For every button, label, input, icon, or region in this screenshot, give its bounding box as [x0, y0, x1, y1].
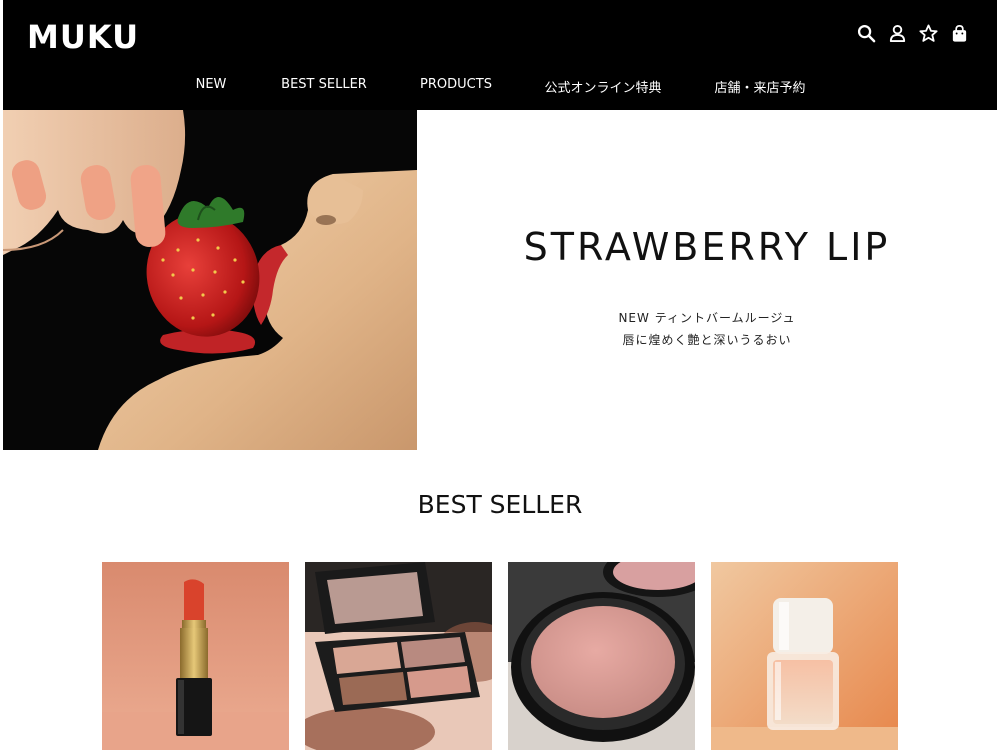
product-image-nail-polish — [711, 562, 898, 750]
hero-title: STRAWBERRY LIP — [523, 225, 891, 269]
site-header: MUKU NEW BEST SELLER PRODUCTS 公式オンライン特典 … — [3, 0, 997, 110]
brand-logo[interactable]: MUKU — [27, 18, 139, 56]
product-image-lipstick — [102, 562, 289, 750]
header-icons — [857, 24, 969, 43]
main-nav: NEW BEST SELLER PRODUCTS 公式オンライン特典 店舗・来店… — [3, 77, 997, 97]
product-image-blush — [508, 562, 695, 750]
hero-image — [3, 110, 417, 450]
hero-text: STRAWBERRY LIP NEW ティントバームルージュ 唇に煌めく艶と深い… — [417, 110, 997, 450]
nav-item-best-seller[interactable]: BEST SELLER — [281, 77, 367, 92]
star-icon[interactable] — [919, 24, 938, 43]
product-card-eyeshadow[interactable] — [305, 562, 492, 750]
best-seller-title: BEST SELLER — [417, 490, 583, 519]
search-icon[interactable] — [857, 24, 876, 43]
nav-item-online-benefits[interactable]: 公式オンライン特典 — [544, 77, 661, 96]
hero-subtitle-line1: NEW ティントバームルージュ — [618, 311, 796, 325]
nav-item-new[interactable]: NEW — [196, 77, 227, 92]
hero-banner[interactable]: STRAWBERRY LIP NEW ティントバームルージュ 唇に煌めく艶と深い… — [3, 110, 997, 450]
product-card-blush[interactable] — [508, 562, 695, 750]
product-card-nail-polish[interactable] — [711, 562, 898, 750]
nav-item-store-reservation[interactable]: 店舗・来店予約 — [714, 77, 805, 96]
product-grid — [102, 562, 899, 750]
product-card-lipstick[interactable] — [102, 562, 289, 750]
hero-subtitle-line2: 唇に煌めく艶と深いうるおい — [622, 333, 792, 347]
shopping-bag-icon[interactable] — [950, 24, 969, 43]
product-image-eyeshadow — [305, 562, 492, 750]
user-icon[interactable] — [888, 24, 907, 43]
nav-item-products[interactable]: PRODUCTS — [420, 77, 492, 92]
